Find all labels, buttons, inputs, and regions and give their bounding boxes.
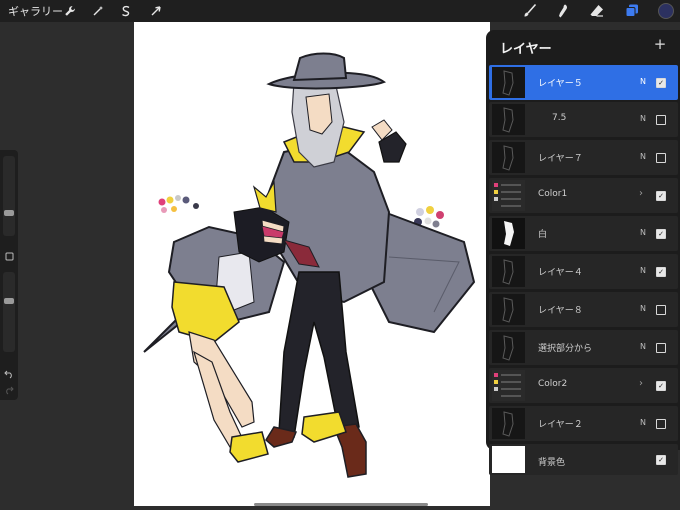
- layer-name: 白: [538, 230, 548, 240]
- layer-thumbnail: [492, 446, 525, 473]
- color-palette-dots-left: [158, 195, 199, 213]
- drawing-canvas[interactable]: [134, 22, 490, 506]
- chevron-right-icon[interactable]: ›: [639, 188, 643, 199]
- layer-name: レイヤー５: [538, 79, 583, 89]
- opacity-slider[interactable]: [3, 272, 15, 352]
- undo-icon[interactable]: [3, 368, 15, 380]
- active-color-swatch[interactable]: [658, 3, 674, 19]
- blend-mode-button[interactable]: N: [640, 266, 646, 275]
- gallery-button[interactable]: ギャラリー: [8, 3, 63, 19]
- layer-name: レイヤー２: [538, 420, 583, 430]
- layer-visibility-checkbox[interactable]: ✓: [656, 267, 666, 277]
- brush-icon[interactable]: [521, 2, 539, 20]
- eraser-icon[interactable]: [588, 2, 606, 20]
- layer-thumbnail: [492, 408, 525, 439]
- chevron-right-icon[interactable]: ›: [639, 378, 643, 389]
- brush-size-slider[interactable]: [3, 156, 15, 236]
- magic-wand-icon[interactable]: [90, 3, 106, 19]
- layer-visibility-checkbox[interactable]: [656, 115, 666, 125]
- layer-visibility-checkbox[interactable]: ✓: [656, 191, 666, 201]
- layer-row[interactable]: レイヤー４ N ✓: [489, 254, 678, 289]
- wrench-icon[interactable]: [62, 3, 78, 19]
- layer-name: Color1: [538, 189, 568, 199]
- layer-row[interactable]: レイヤー２ N: [489, 406, 678, 441]
- layer-thumbnail: [492, 294, 525, 325]
- opacity-thumb[interactable]: [4, 298, 14, 304]
- layer-row[interactable]: レイヤー８ N: [489, 292, 678, 327]
- layer-visibility-checkbox[interactable]: ✓: [656, 455, 666, 465]
- layer-row[interactable]: 選択部分から N: [489, 330, 678, 365]
- layer-row[interactable]: 白 N ✓: [489, 216, 678, 251]
- smudge-icon[interactable]: [554, 2, 572, 20]
- selection-icon[interactable]: [118, 3, 134, 19]
- layer-row[interactable]: 7.5 N: [489, 102, 678, 137]
- add-layer-icon[interactable]: +: [652, 35, 668, 53]
- redo-icon[interactable]: [3, 384, 15, 396]
- layer-thumbnail: [492, 256, 525, 287]
- layer-row[interactable]: 背景色 ✓: [489, 444, 678, 475]
- layer-visibility-checkbox[interactable]: [656, 153, 666, 163]
- layer-thumbnail: [492, 370, 525, 401]
- layer-row[interactable]: Color1 › ✓: [489, 178, 678, 213]
- layer-thumbnail: [492, 67, 525, 98]
- blend-mode-button[interactable]: N: [640, 228, 646, 237]
- blend-mode-button[interactable]: N: [640, 114, 646, 123]
- layers-panel-title: レイヤー: [500, 42, 552, 57]
- layer-thumbnail: [492, 180, 525, 211]
- layer-visibility-checkbox[interactable]: ✓: [656, 229, 666, 239]
- layer-visibility-checkbox[interactable]: [656, 305, 666, 315]
- blend-mode-button[interactable]: N: [640, 418, 646, 427]
- brush-size-thumb[interactable]: [4, 210, 14, 216]
- layer-visibility-checkbox[interactable]: [656, 419, 666, 429]
- blend-mode-button[interactable]: N: [640, 304, 646, 313]
- layer-visibility-checkbox[interactable]: [656, 343, 666, 353]
- layer-thumbnail: [492, 104, 525, 135]
- layer-name: 7.5: [552, 113, 567, 123]
- layer-name: レイヤー４: [538, 268, 583, 278]
- layers-icon[interactable]: [623, 2, 641, 20]
- blend-mode-button[interactable]: N: [640, 342, 646, 351]
- layer-name: 選択部分から: [538, 344, 593, 354]
- blend-mode-button[interactable]: N: [640, 152, 646, 161]
- layer-name: Color2: [538, 379, 568, 389]
- transform-icon[interactable]: [148, 3, 164, 19]
- layer-name: 背景色: [538, 458, 566, 468]
- layer-name: レイヤー７: [538, 154, 583, 164]
- layer-name: レイヤー８: [538, 306, 583, 316]
- layer-row[interactable]: レイヤー７ N: [489, 140, 678, 175]
- layers-panel: レイヤー + レイヤー５ N ✓ 7.5 N レイヤー７ N Color1 › ✓ 白 N ✓ レイヤー４…: [486, 30, 680, 475]
- layer-row[interactable]: Color2 › ✓: [489, 368, 678, 403]
- layer-thumbnail: [492, 332, 525, 363]
- eyedropper-button[interactable]: [3, 250, 15, 262]
- left-sidebar: [0, 150, 18, 400]
- home-indicator: [254, 503, 428, 506]
- artwork-illustration: [143, 52, 476, 478]
- layer-thumbnail: [492, 218, 525, 249]
- layer-row[interactable]: レイヤー５ N ✓: [489, 65, 678, 100]
- layer-visibility-checkbox[interactable]: ✓: [656, 78, 666, 88]
- top-toolbar: ギャラリー: [0, 0, 680, 22]
- layer-visibility-checkbox[interactable]: ✓: [656, 381, 666, 391]
- layer-thumbnail: [492, 142, 525, 173]
- blend-mode-button[interactable]: N: [640, 77, 646, 86]
